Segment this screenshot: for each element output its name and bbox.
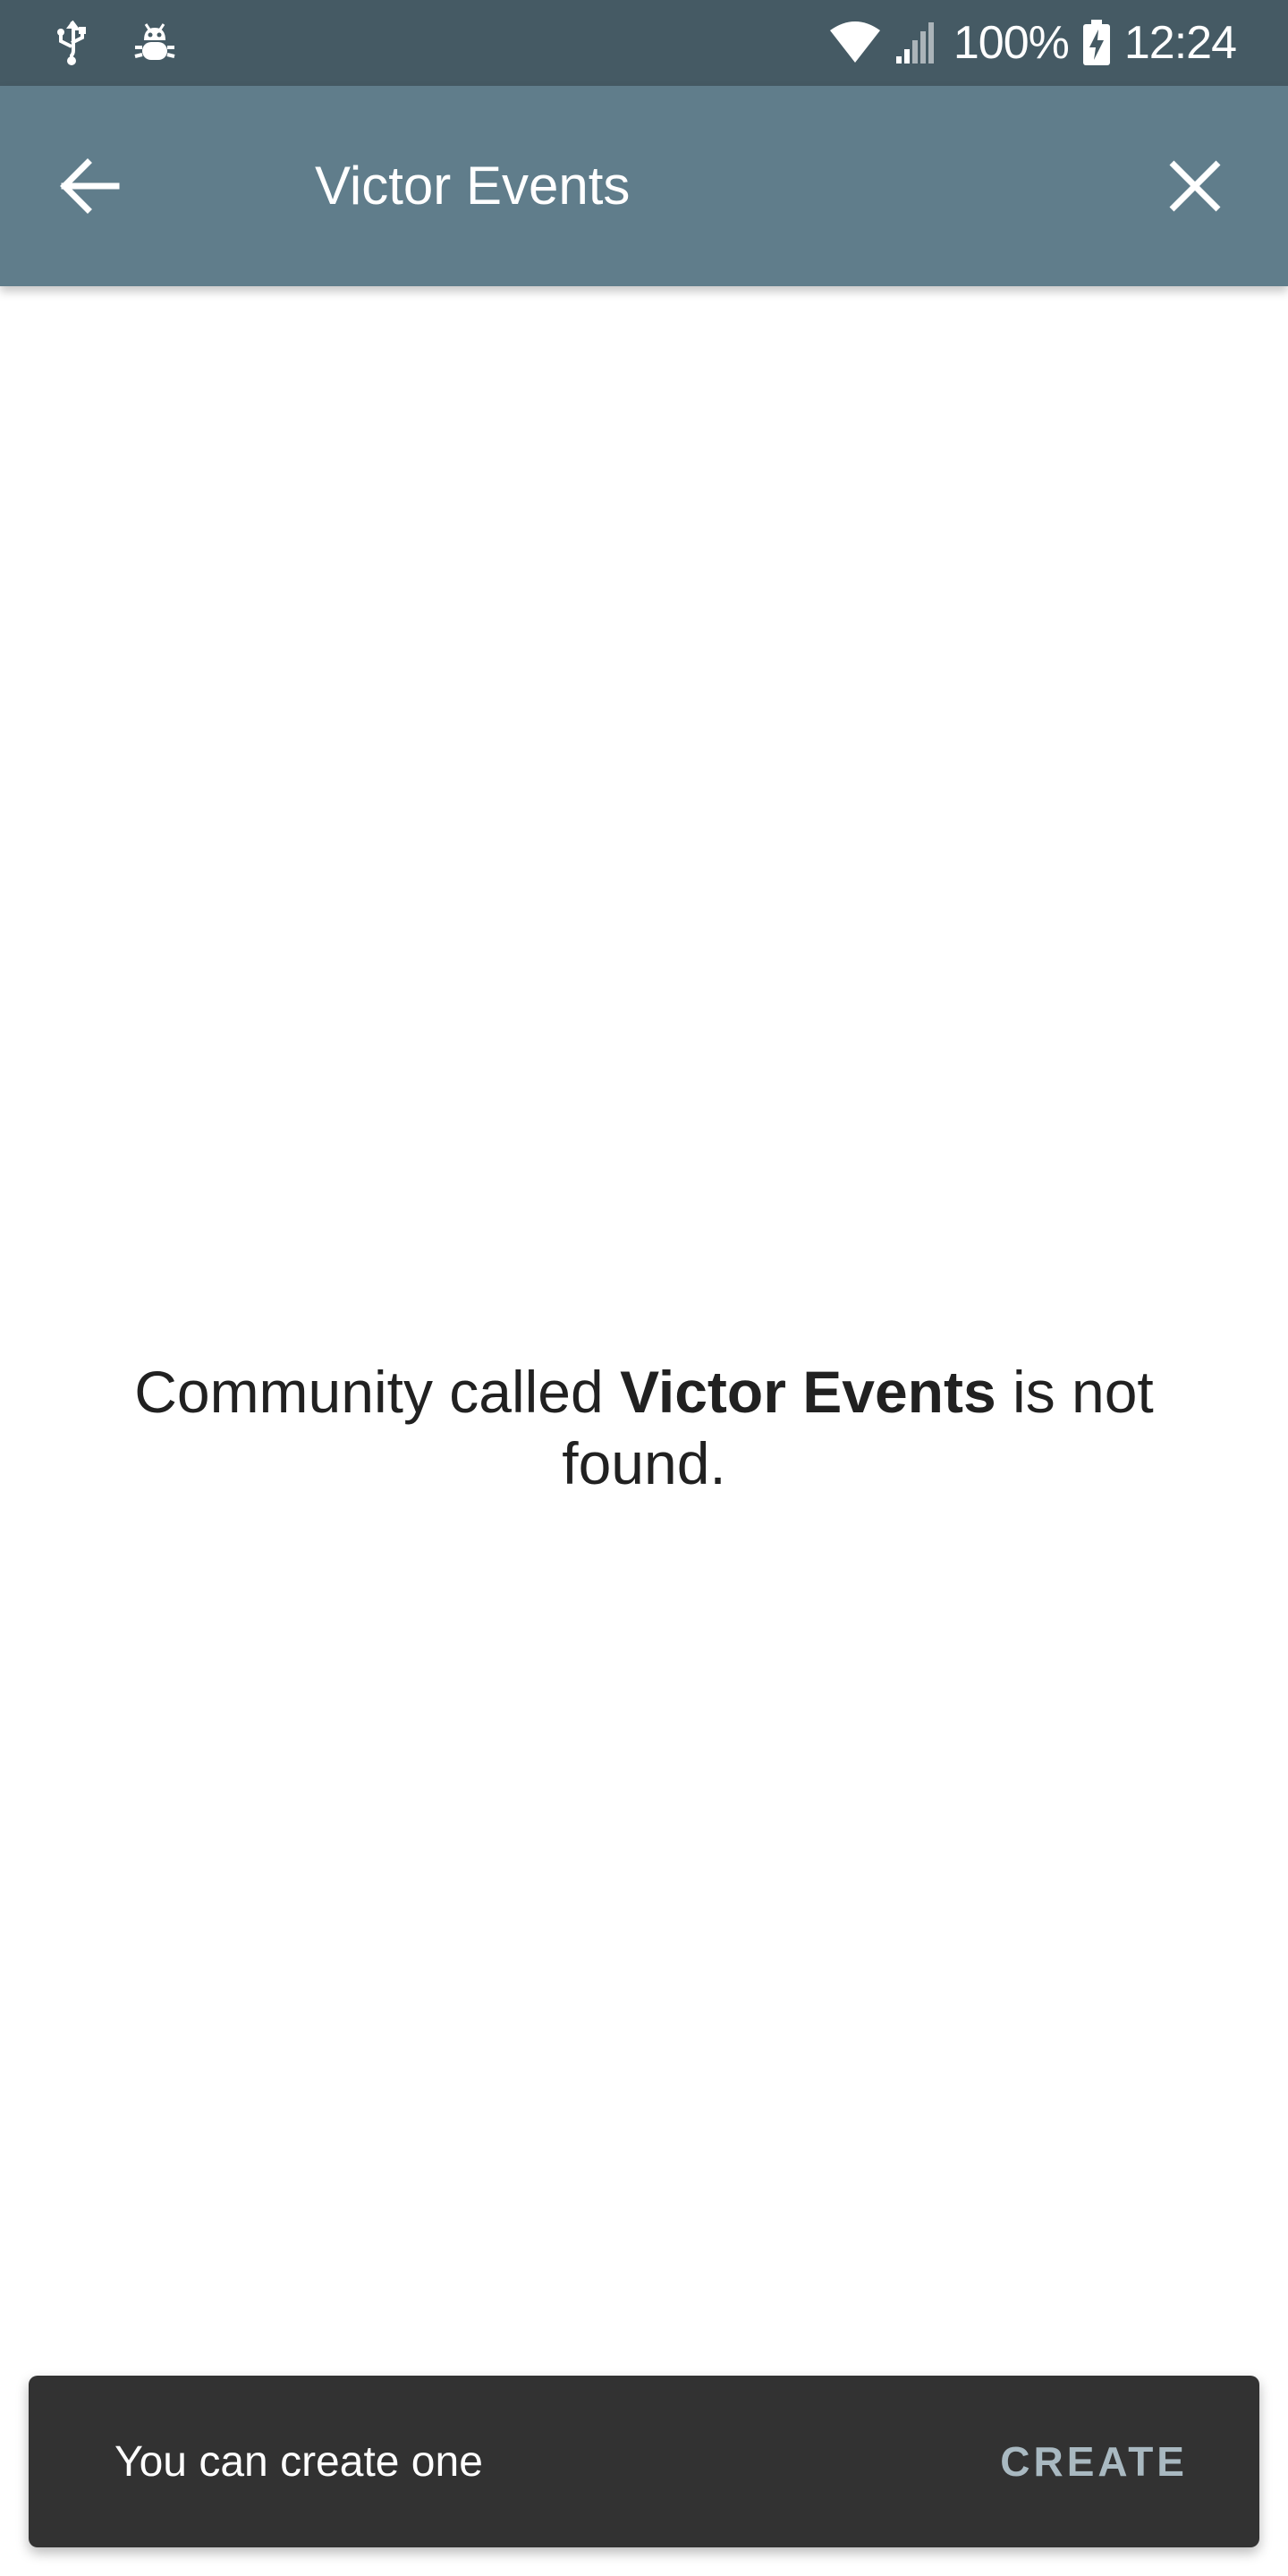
app-bar: Victor Events bbox=[0, 86, 1288, 286]
usb-icon bbox=[54, 20, 89, 66]
snackbar: You can create one CREATE bbox=[29, 2376, 1259, 2547]
wifi-icon bbox=[828, 21, 882, 64]
message-prefix: Community called bbox=[134, 1359, 621, 1425]
close-button[interactable] bbox=[1150, 141, 1240, 231]
screen: 100% 12:24 Victor Events Community calle… bbox=[0, 0, 1288, 2576]
battery-percentage: 100% bbox=[953, 17, 1070, 69]
close-icon bbox=[1168, 159, 1222, 213]
battery-charging-icon bbox=[1081, 19, 1112, 67]
clock-time: 12:24 bbox=[1123, 17, 1237, 69]
back-button[interactable] bbox=[45, 141, 134, 231]
status-left-icons bbox=[54, 16, 177, 70]
page-title: Victor Events bbox=[315, 156, 631, 216]
not-found-message: Community called Victor Events is not fou… bbox=[89, 1356, 1199, 1499]
status-bar: 100% 12:24 bbox=[0, 0, 1288, 86]
arrow-left-icon bbox=[59, 158, 120, 214]
cell-signal-icon bbox=[894, 21, 941, 65]
snackbar-text: You can create one bbox=[114, 2437, 483, 2486]
debug-bug-icon bbox=[132, 21, 177, 65]
create-button[interactable]: CREATE bbox=[1000, 2376, 1188, 2547]
message-suffix: is not bbox=[996, 1359, 1154, 1425]
status-right-icons: 100% 12:24 bbox=[828, 0, 1237, 86]
message-suffix-line2: found. bbox=[562, 1430, 726, 1496]
community-name: Victor Events bbox=[620, 1359, 996, 1425]
